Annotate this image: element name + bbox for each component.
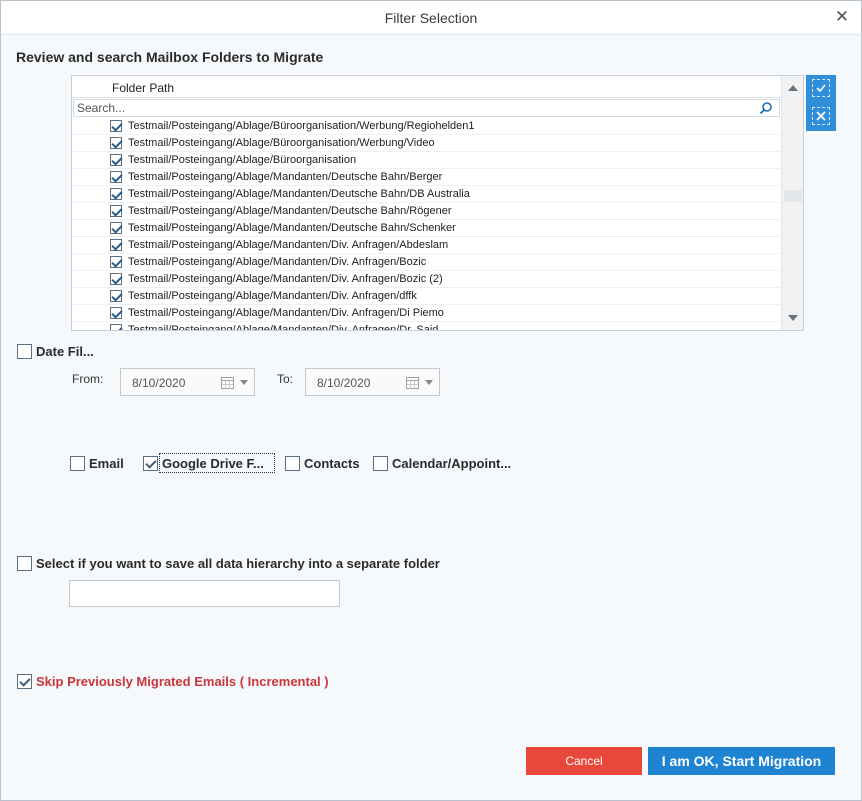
google-drive-checkbox[interactable] (143, 456, 158, 471)
folder-path-text: Testmail/Posteingang/Ablage/Büroorganisa… (128, 154, 357, 166)
folder-row-checkbox[interactable] (110, 188, 122, 200)
dialog-title: Filter Selection (384, 10, 478, 26)
folder-row-checkbox[interactable] (110, 290, 122, 302)
folder-row-checkbox[interactable] (110, 171, 122, 183)
column-header-folder-path[interactable]: Folder Path (112, 81, 174, 95)
folder-row-checkbox[interactable] (110, 256, 122, 268)
folder-path-text: Testmail/Posteingang/Ablage/Mandanten/De… (128, 188, 470, 200)
calendar-icon (406, 377, 419, 389)
from-label: From: (72, 372, 104, 386)
calendar-checkbox[interactable] (373, 456, 388, 471)
contacts-checkbox[interactable] (285, 456, 300, 471)
folder-row[interactable]: Testmail/Posteingang/Ablage/Mandanten/Di… (72, 271, 781, 288)
calendar-label[interactable]: Calendar/Appoint... (392, 456, 511, 471)
hierarchy-checkbox[interactable] (17, 556, 32, 571)
section-title: Review and search Mailbox Folders to Mig… (16, 49, 324, 65)
chevron-down-icon (425, 380, 433, 385)
vertical-scrollbar[interactable] (781, 76, 803, 330)
folder-row-checkbox[interactable] (110, 273, 122, 285)
folder-path-text: Testmail/Posteingang/Ablage/Büroorganisa… (128, 137, 435, 149)
date-filter-checkbox[interactable] (17, 344, 32, 359)
to-date-picker[interactable]: 8/10/2020 (305, 368, 440, 396)
hierarchy-label[interactable]: Select if you want to save all data hier… (36, 556, 440, 571)
folder-path-text: Testmail/Posteingang/Ablage/Mandanten/De… (128, 171, 443, 183)
search-icon[interactable] (759, 101, 773, 115)
deselect-all-button[interactable] (812, 107, 830, 125)
scroll-up-icon[interactable] (785, 81, 801, 95)
scroll-thumb[interactable] (784, 190, 802, 202)
google-drive-label[interactable]: Google Drive F... (162, 456, 264, 471)
folder-path-text: Testmail/Posteingang/Ablage/Mandanten/Di… (128, 307, 444, 319)
folder-rows: Testmail/Posteingang/Ablage/Büroorganisa… (72, 118, 781, 330)
folder-path-text: Testmail/Posteingang/Ablage/Mandanten/Di… (128, 239, 449, 251)
folder-row[interactable]: Testmail/Posteingang/Ablage/Mandanten/Di… (72, 305, 781, 322)
folder-row-checkbox[interactable] (110, 239, 122, 251)
folder-path-text: Testmail/Posteingang/Ablage/Mandanten/Di… (128, 324, 439, 330)
select-all-button[interactable] (812, 79, 830, 97)
filter-selection-dialog: Filter Selection ✕ Review and search Mai… (0, 0, 862, 801)
folder-row-checkbox[interactable] (110, 120, 122, 132)
folder-row[interactable]: Testmail/Posteingang/Ablage/Büroorganisa… (72, 118, 781, 135)
folder-row[interactable]: Testmail/Posteingang/Ablage/Mandanten/De… (72, 186, 781, 203)
folder-row[interactable]: Testmail/Posteingang/Ablage/Mandanten/Di… (72, 237, 781, 254)
from-date-value: 8/10/2020 (132, 376, 186, 390)
folder-row-checkbox[interactable] (110, 324, 122, 330)
to-label: To: (277, 372, 294, 386)
folder-row[interactable]: Testmail/Posteingang/Ablage/Mandanten/De… (72, 169, 781, 186)
clear-all-icon (816, 111, 826, 121)
search-input[interactable] (77, 101, 747, 115)
folder-row-checkbox[interactable] (110, 222, 122, 234)
folder-path-text: Testmail/Posteingang/Ablage/Mandanten/De… (128, 222, 456, 234)
date-filter-label[interactable]: Date Fil... (36, 344, 94, 359)
folder-grid: Folder Path Testmail/Posteingang/Ablage/… (71, 75, 804, 331)
folder-row[interactable]: Testmail/Posteingang/Ablage/Büroorganisa… (72, 152, 781, 169)
contacts-label[interactable]: Contacts (304, 456, 360, 471)
folder-row-checkbox[interactable] (110, 205, 122, 217)
check-all-icon (816, 84, 826, 93)
email-label[interactable]: Email (89, 456, 124, 471)
folder-path-text: Testmail/Posteingang/Ablage/Mandanten/Di… (128, 290, 417, 302)
folder-row[interactable]: Testmail/Posteingang/Ablage/Mandanten/Di… (72, 322, 781, 330)
calendar-icon (221, 377, 234, 389)
from-date-picker[interactable]: 8/10/2020 (120, 368, 255, 396)
folder-path-text: Testmail/Posteingang/Ablage/Mandanten/De… (128, 205, 452, 217)
email-checkbox[interactable] (70, 456, 85, 471)
selection-toolbar (806, 75, 836, 131)
folder-row[interactable]: Testmail/Posteingang/Ablage/Büroorganisa… (72, 135, 781, 152)
folder-row-checkbox[interactable] (110, 137, 122, 149)
to-date-value: 8/10/2020 (317, 376, 371, 390)
folder-row[interactable]: Testmail/Posteingang/Ablage/Mandanten/Di… (72, 254, 781, 271)
start-migration-button[interactable]: I am OK, Start Migration (648, 747, 835, 775)
folder-path-text: Testmail/Posteingang/Ablage/Mandanten/Di… (128, 256, 427, 268)
folder-row[interactable]: Testmail/Posteingang/Ablage/Mandanten/De… (72, 203, 781, 220)
folder-row-checkbox[interactable] (110, 307, 122, 319)
incremental-checkbox[interactable] (17, 674, 32, 689)
folder-row[interactable]: Testmail/Posteingang/Ablage/Mandanten/Di… (72, 288, 781, 305)
grid-search-row (73, 99, 780, 117)
folder-row[interactable]: Testmail/Posteingang/Ablage/Mandanten/De… (72, 220, 781, 237)
close-icon[interactable]: ✕ (833, 8, 851, 26)
cancel-button[interactable]: Cancel (526, 747, 642, 775)
folder-row-checkbox[interactable] (110, 154, 122, 166)
folder-path-text: Testmail/Posteingang/Ablage/Büroorganisa… (128, 120, 475, 132)
title-bar: Filter Selection ✕ (1, 1, 861, 35)
scroll-down-icon[interactable] (785, 311, 801, 325)
hierarchy-folder-input[interactable] (69, 580, 340, 607)
grid-header: Folder Path (72, 76, 781, 98)
incremental-label[interactable]: Skip Previously Migrated Emails ( Increm… (36, 674, 329, 689)
folder-path-text: Testmail/Posteingang/Ablage/Mandanten/Di… (128, 273, 443, 285)
chevron-down-icon (240, 380, 248, 385)
